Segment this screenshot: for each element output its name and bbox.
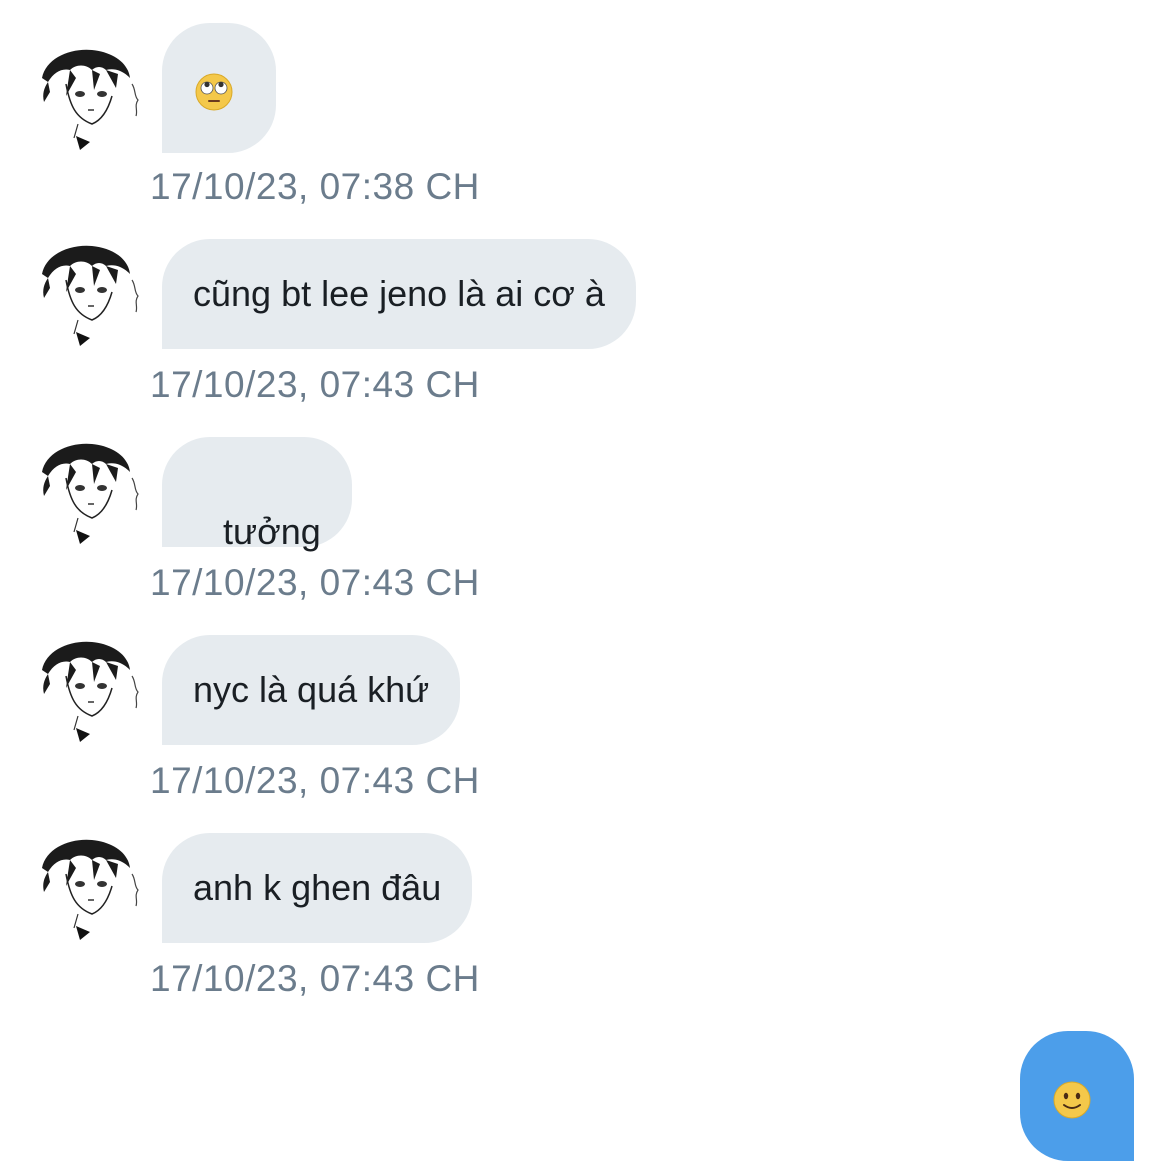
sender-avatar[interactable] <box>36 834 144 942</box>
message-text: tưởng <box>213 511 321 552</box>
message-timestamp: 17/10/23, 07:43 CH <box>150 760 480 801</box>
received-message-bubble[interactable]: anh k ghen đâu <box>162 833 473 943</box>
received-message-bubble[interactable]: cũng bt lee jeno là ai cơ à <box>162 239 636 349</box>
message-timestamp: 17/10/23, 07:43 CH <box>150 958 480 999</box>
sender-avatar[interactable] <box>36 44 144 152</box>
message-timestamp: 17/10/23, 07:38 CH <box>150 166 480 207</box>
message-timestamp: 17/10/23, 07:43 CH <box>150 562 480 603</box>
sender-avatar[interactable] <box>36 636 144 744</box>
message-text: anh k ghen đâu <box>193 867 442 908</box>
sender-avatar[interactable] <box>36 438 144 546</box>
sender-avatar[interactable] <box>36 240 144 348</box>
face-with-rolling-eyes-icon <box>195 73 233 111</box>
message-text: nyc là quá khứ <box>193 669 430 710</box>
slightly-smiling-face-icon <box>1053 1081 1091 1119</box>
sent-message-bubble[interactable] <box>1020 1031 1134 1161</box>
message-timestamp: 17/10/23, 07:43 CH <box>150 364 480 405</box>
message-text: cũng bt lee jeno là ai cơ à <box>193 273 605 314</box>
received-message-bubble[interactable]: tưởng <box>162 437 352 552</box>
received-message-bubble[interactable]: nyc là quá khứ <box>162 635 461 745</box>
received-message-bubble[interactable] <box>162 23 276 153</box>
